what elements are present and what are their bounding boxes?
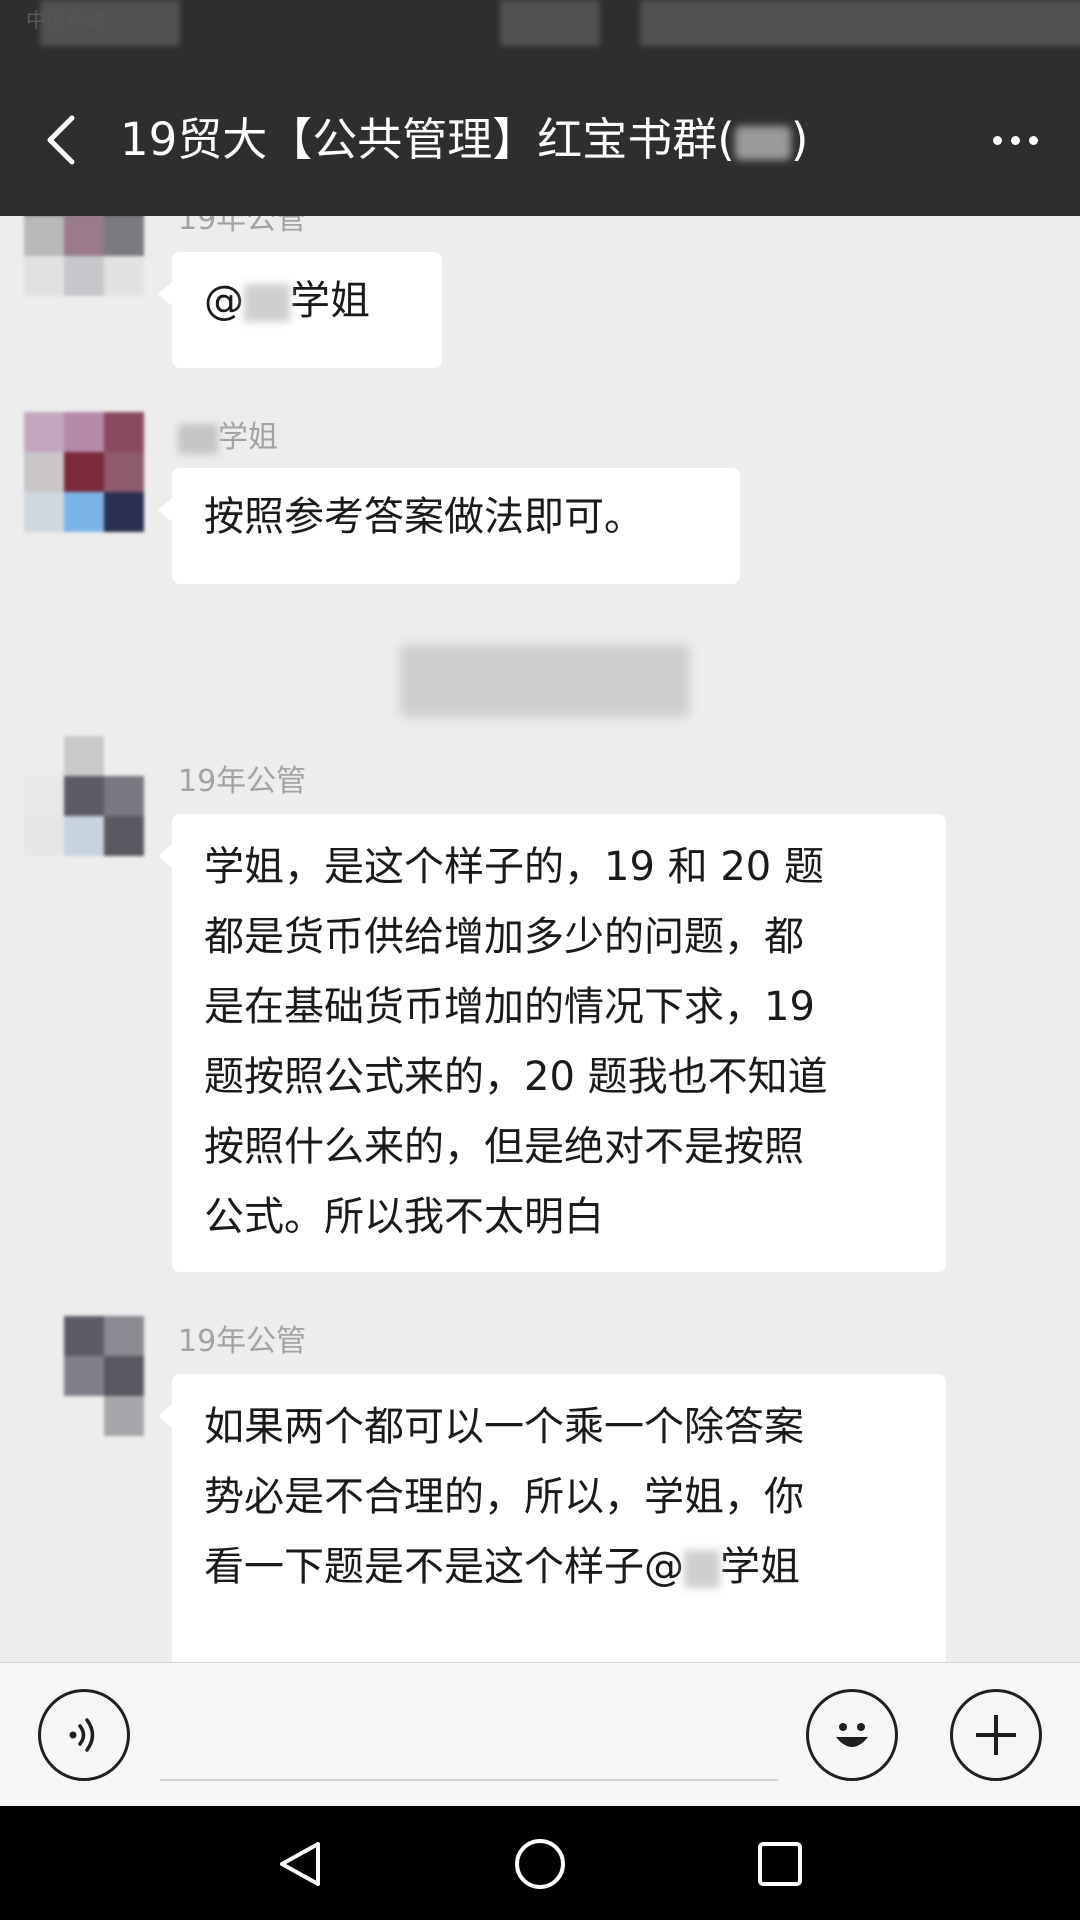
more-icon-dot	[992, 135, 1002, 145]
message-bubble[interactable]: 如果两个都可以一个乘一个除答案 势必是不合理的，所以，学姐，你 看一下题是不是这…	[158, 1374, 946, 1662]
sender-name: 学姐	[178, 420, 278, 456]
chat-header: 19贸大【公共管理】红宝书群()	[0, 64, 1080, 216]
message-line: 是在基础货币增加的情况下求，19	[204, 984, 815, 1030]
message-line: 都是货币供给增加多少的问题，都	[204, 914, 804, 960]
system-recents-button[interactable]	[752, 1836, 808, 1892]
mention-prefix: @	[204, 278, 244, 324]
message-line: 势必是不合理的，所以，学姐，你	[204, 1474, 804, 1520]
redacted-name	[684, 1550, 720, 1588]
back-button[interactable]	[26, 104, 98, 176]
emoji-button[interactable]	[806, 1689, 898, 1781]
redacted-name	[178, 423, 218, 454]
message-line: 公式。所以我不太明白	[204, 1194, 604, 1240]
chat-messages[interactable]: 19年公管 @ 学姐 学姐 按照参考答案做法即可。 19年公管 学姐，是这个样子的…	[0, 216, 1080, 1662]
message-line: 题按照公式来的，20 题我也不知道	[204, 1054, 828, 1100]
message-line: 按照什么来的，但是绝对不是按照	[204, 1124, 804, 1170]
back-arrow-icon	[47, 115, 75, 165]
message-line: 学姐，是这个样子的，19 和 20 题	[204, 844, 824, 890]
chat-title: 19贸大【公共管理】红宝书群()	[120, 112, 808, 168]
status-bar: 中国移动	[0, 0, 1080, 64]
message-line: 如果两个都可以一个乘一个除答案	[204, 1404, 804, 1450]
message-line: 看一下题是不是这个样子@ 学姐	[204, 1532, 914, 1602]
voice-button[interactable]	[38, 1689, 130, 1781]
redacted-count	[734, 126, 791, 160]
more-icon-dot	[1010, 135, 1020, 145]
system-back-button[interactable]	[272, 1836, 328, 1892]
avatar[interactable]	[24, 1316, 144, 1436]
more-functions-button[interactable]	[950, 1689, 1042, 1781]
square-recents-icon	[758, 1842, 802, 1886]
message-bubble[interactable]: @ 学姐	[158, 252, 442, 368]
chat-title-tail: )	[790, 113, 809, 166]
redacted-name	[244, 284, 290, 322]
message-text: 看一下题是不是这个样子@	[204, 1544, 684, 1590]
message-bubble[interactable]: 按照参考答案做法即可。	[158, 468, 740, 584]
status-blur	[500, 0, 600, 46]
avatar[interactable]	[24, 412, 144, 532]
sender-name: 19年公管	[178, 1324, 307, 1359]
system-timestamp	[400, 644, 690, 718]
voice-icon	[69, 1718, 95, 1752]
status-blur	[40, 0, 180, 46]
status-blur	[640, 0, 1080, 46]
more-button[interactable]	[980, 112, 1050, 168]
sender-name-text: 学姐	[218, 420, 278, 455]
triangle-back-icon	[280, 1842, 320, 1886]
sender-name: 19年公管	[178, 216, 307, 237]
message-input[interactable]	[160, 1779, 778, 1781]
system-navigation-bar	[0, 1806, 1080, 1920]
plus-icon	[976, 1715, 1016, 1755]
avatar[interactable]	[24, 216, 144, 296]
avatar[interactable]	[24, 736, 144, 856]
message-input-bar	[0, 1662, 1080, 1807]
chat-title-text: 19贸大【公共管理】红宝书群(	[120, 113, 735, 166]
more-icon-dot	[1028, 135, 1038, 145]
mention-suffix: 学姐	[290, 278, 370, 324]
message-text: 学姐	[720, 1544, 800, 1590]
message-bubble[interactable]: 学姐，是这个样子的，19 和 20 题 都是货币供给增加多少的问题，都 是在基础…	[158, 814, 946, 1272]
system-home-button[interactable]	[512, 1836, 568, 1892]
emoji-icon	[836, 1723, 868, 1747]
circle-home-icon	[515, 1839, 565, 1889]
sender-name: 19年公管	[178, 764, 307, 799]
